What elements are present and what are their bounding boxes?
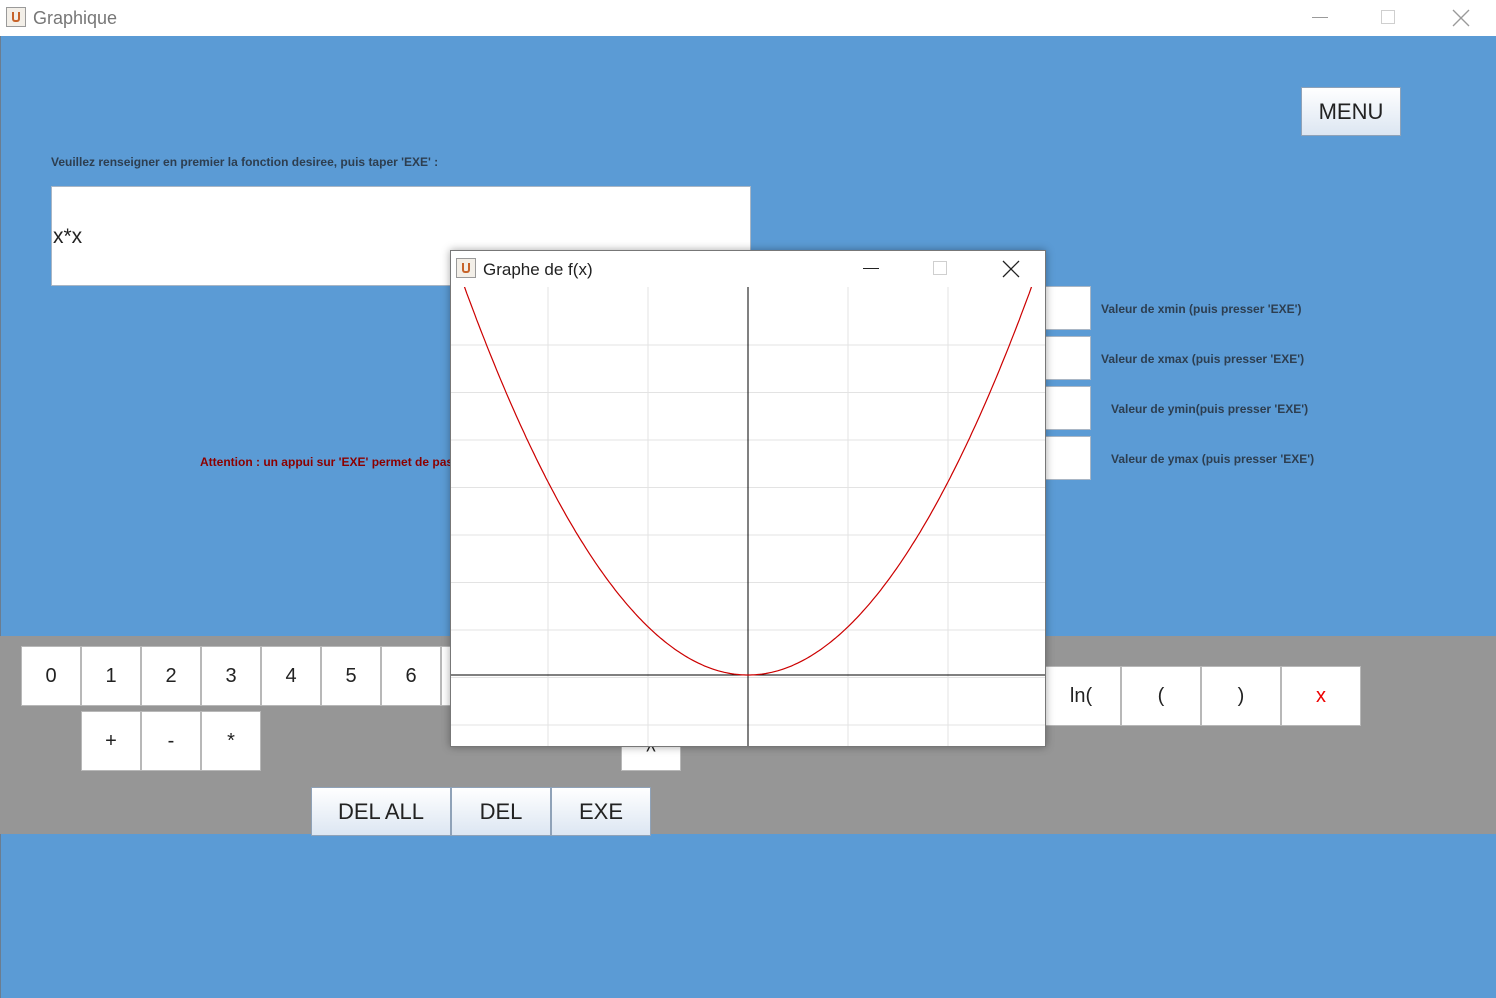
key-5[interactable]: 5	[321, 646, 381, 706]
key-multiply[interactable]: *	[201, 711, 261, 771]
minimize-icon[interactable]	[1312, 17, 1328, 18]
graph-minimize-icon[interactable]	[863, 268, 879, 269]
del-button[interactable]: DEL	[451, 787, 551, 836]
key-open-paren[interactable]: (	[1121, 666, 1201, 726]
function-input-value: x*x	[53, 225, 83, 248]
ymin-label: Valeur de ymin(puis presser 'EXE')	[1111, 402, 1309, 416]
key-2[interactable]: 2	[141, 646, 201, 706]
key-ln[interactable]: ln(	[1041, 666, 1121, 726]
key-4[interactable]: 4	[261, 646, 321, 706]
close-icon[interactable]	[1452, 9, 1470, 27]
ymax-label: Valeur de ymax (puis presser 'EXE')	[1111, 452, 1315, 466]
graph-java-icon	[456, 258, 476, 278]
function-plot[interactable]	[451, 287, 1045, 746]
key-close-paren[interactable]: )	[1201, 666, 1281, 726]
key-0[interactable]: 0	[21, 646, 81, 706]
graph-maximize-icon[interactable]	[933, 261, 947, 275]
key-6[interactable]: 6	[381, 646, 441, 706]
graph-window: Graphe de f(x)	[450, 250, 1046, 747]
warning-label: Attention : un appui sur 'EXE' permet de…	[200, 455, 460, 469]
xmin-label: Valeur de xmin (puis presser 'EXE')	[1101, 302, 1302, 316]
menu-button[interactable]: MENU	[1301, 87, 1401, 136]
xmax-label: Valeur de xmax (puis presser 'EXE')	[1101, 352, 1305, 366]
maximize-icon[interactable]	[1381, 10, 1395, 24]
key-minus[interactable]: -	[141, 711, 201, 771]
del-all-button[interactable]: DEL ALL	[311, 787, 451, 836]
exe-button[interactable]: EXE	[551, 787, 651, 836]
key-x[interactable]: x	[1281, 666, 1361, 726]
key-plus[interactable]: +	[81, 711, 141, 771]
java-app-icon	[6, 7, 26, 27]
key-1[interactable]: 1	[81, 646, 141, 706]
graph-window-title: Graphe de f(x)	[483, 260, 593, 279]
key-3[interactable]: 3	[201, 646, 261, 706]
window-title: Graphique	[33, 8, 118, 28]
instruction-label: Veuillez renseigner en premier la foncti…	[51, 155, 439, 169]
main-titlebar: Graphique	[0, 0, 1496, 36]
graph-close-icon[interactable]	[1002, 260, 1020, 278]
graph-window-titlebar: Graphe de f(x)	[451, 251, 1045, 287]
